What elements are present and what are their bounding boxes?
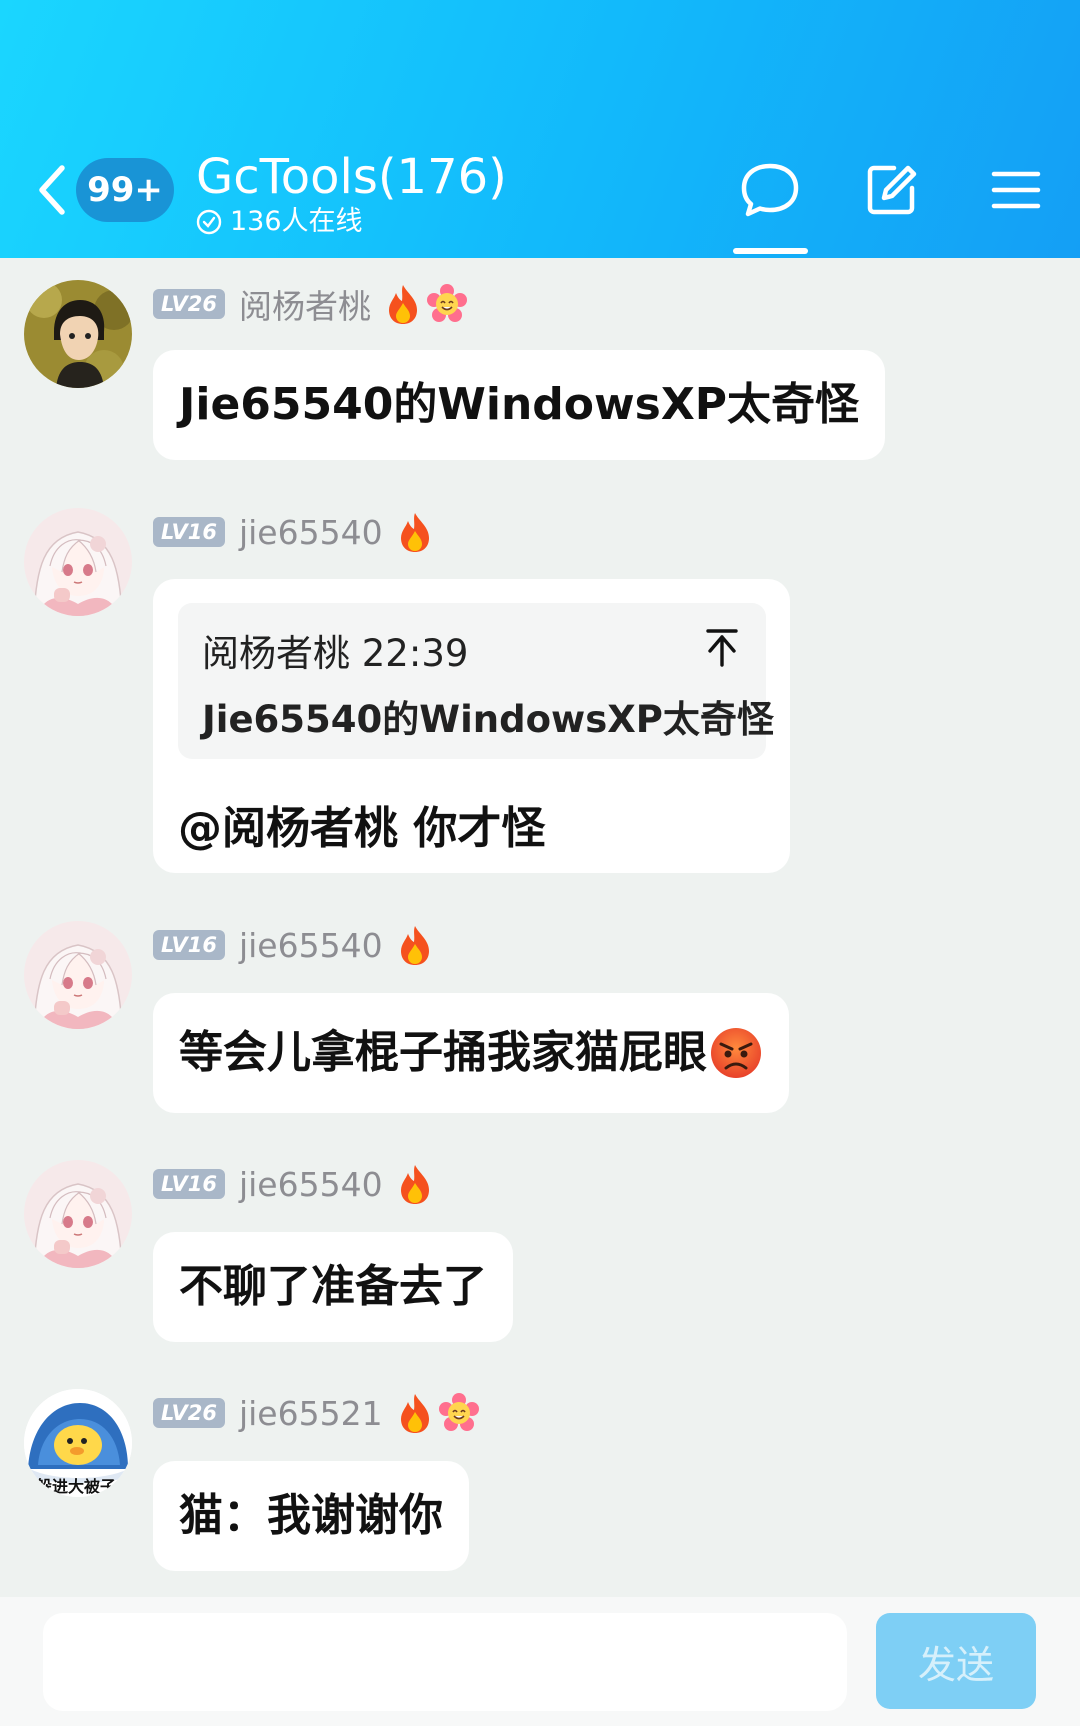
avatar-image [24,508,132,616]
sender-name[interactable]: jie65521 [239,1394,383,1433]
message-text: @阅杨者桃 你才怪 [178,803,546,854]
fire-icon [397,511,433,553]
fire-icon [397,924,433,966]
chat-bubble-icon[interactable] [740,160,800,220]
level-badge: LV16 [153,1169,225,1199]
message-bubble[interactable]: 不聊了准备去了 [153,1232,513,1342]
message-bubble[interactable]: 等会儿拿棍子捅我家猫屁眼 [153,993,789,1113]
fire-icon [397,1163,433,1205]
quoted-message[interactable]: 阅杨者桃 22:39 Jie65540的WindowsXP太奇怪 [178,603,774,759]
avatar-image [24,921,132,1029]
sender-name[interactable]: 阅杨者桃 [239,280,371,328]
fire-icon [385,283,421,325]
avatar-caption: 躲进大被子 [36,1477,117,1496]
input-bar: 发送 [0,1597,1080,1726]
active-tab-indicator [733,248,808,254]
level-badge: LV16 [153,517,225,547]
quote-time: 22:39 [361,632,469,675]
menu-icon[interactable] [986,160,1046,220]
quote-text: Jie65540的WindowsXP太奇怪 [202,698,774,741]
quote-author: 阅杨者桃 [202,632,350,675]
level-badge: LV26 [153,1398,225,1428]
message-text: Jie65540的WindowsXP太奇怪 [179,379,860,430]
flower-icon [427,284,467,324]
flower-icon [439,1393,479,1433]
sender-name[interactable]: jie65540 [239,926,383,965]
level-badge: LV16 [153,930,225,960]
sender-name[interactable]: jie65540 [239,1165,383,1204]
avatar[interactable] [24,1160,132,1268]
level-badge: LV26 [153,289,225,319]
message-meta: LV16 jie65540 [153,1164,439,1204]
quote-header: 阅杨者桃 22:39 [202,623,468,677]
message-input[interactable] [43,1613,847,1711]
message-bubble[interactable]: Jie65540的WindowsXP太奇怪 [153,350,886,460]
sender-name[interactable]: jie65540 [239,513,383,552]
back-icon[interactable] [30,160,76,220]
send-button[interactable]: 发送 [876,1613,1036,1709]
avatar-image [24,280,132,388]
online-status: 136人在线 [196,204,363,240]
chat-header: 99+ GcTools(176) 136人在线 [0,0,1080,258]
message-bubble[interactable]: 猫：我谢谢你 [153,1461,469,1571]
group-title: GcTools(176) [196,149,507,205]
message-text: 不聊了准备去了 [179,1261,487,1312]
unread-badge[interactable]: 99+ [76,158,174,222]
message-meta: LV26 jie65521 [153,1393,479,1433]
avatar[interactable] [24,508,132,616]
online-count: 136人在线 [230,206,363,237]
message-meta: LV26 阅杨者桃 [153,283,467,326]
jump-to-quote-icon[interactable] [704,627,740,667]
avatar[interactable] [24,280,132,388]
online-check-icon [196,209,222,235]
message-text: 猫：我谢谢你 [179,1490,443,1541]
message-meta: LV16 jie65540 [153,925,439,965]
message-meta: LV16 jie65540 [153,512,439,552]
avatar-image [24,1160,132,1268]
avatar[interactable]: 躲进大被子 [24,1389,132,1497]
angry-face-icon [711,1028,761,1078]
message-text: 等会儿拿棍子捅我家猫屁眼 [179,1027,707,1078]
avatar[interactable] [24,921,132,1029]
edit-icon[interactable] [862,160,922,220]
fire-icon [397,1392,433,1434]
